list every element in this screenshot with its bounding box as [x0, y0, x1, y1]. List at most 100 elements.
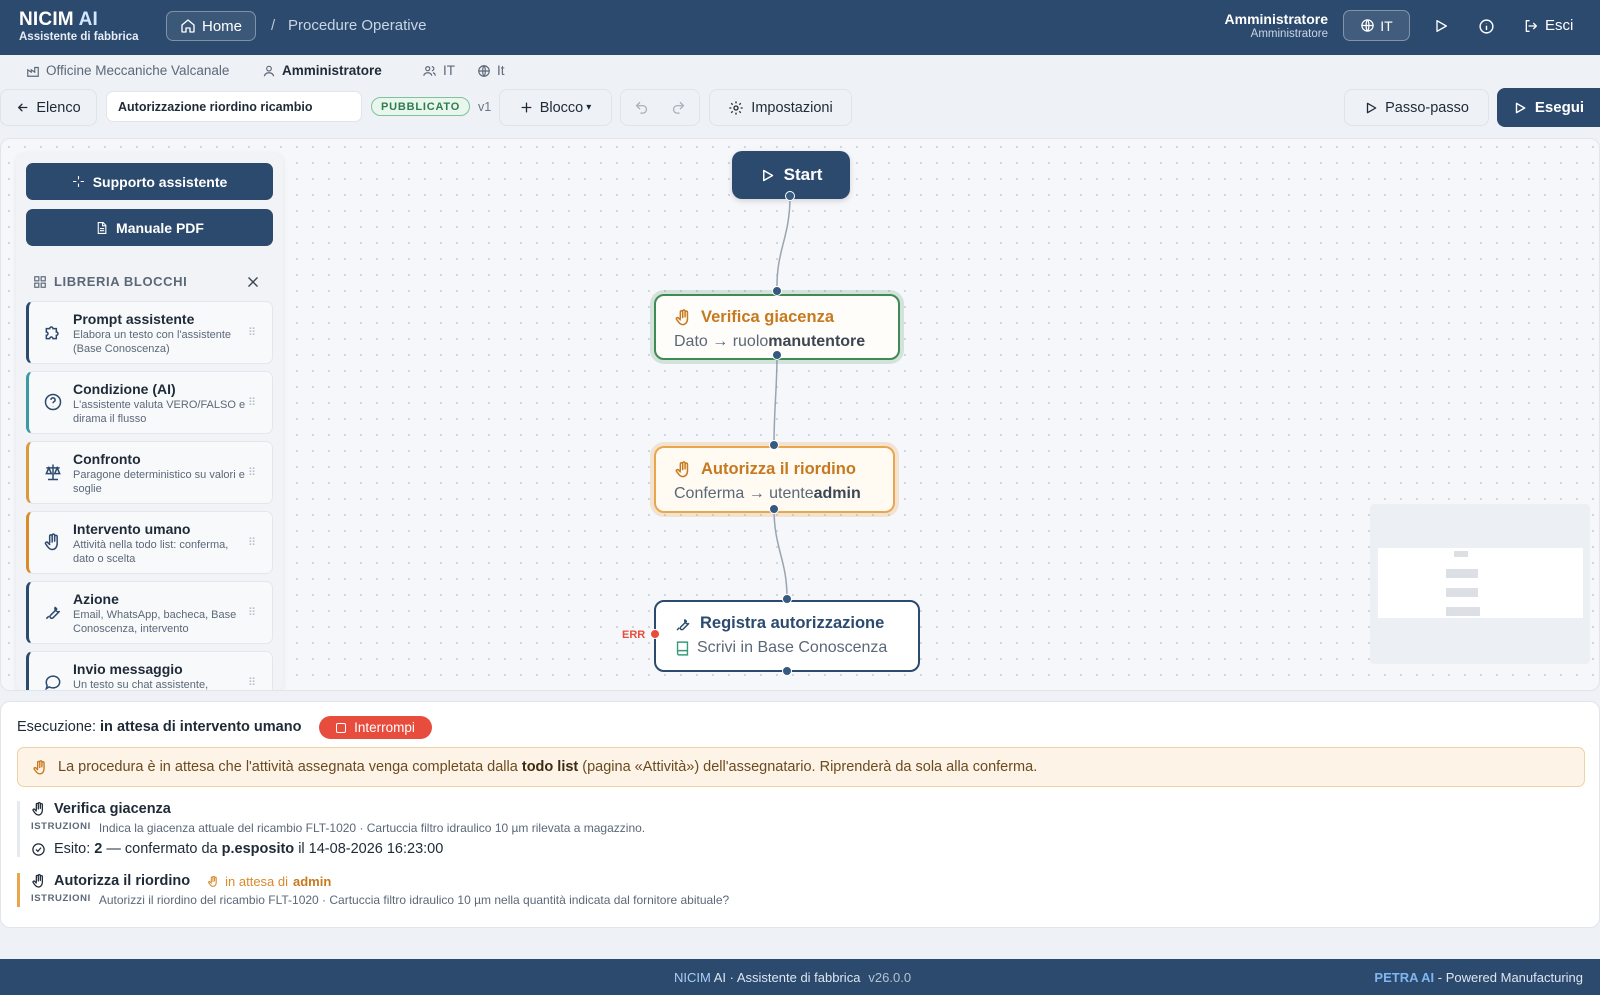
logout-icon — [1525, 19, 1537, 32]
flow-canvas[interactable]: Supporto assistente Manuale PDF LIBRERIA… — [0, 138, 1600, 691]
user-icon — [263, 65, 275, 76]
pdf-manual-button[interactable]: Manuale PDF — [26, 209, 273, 246]
stop-execution-button[interactable]: Interrompi — [319, 716, 432, 739]
flow-minimap[interactable] — [1370, 504, 1590, 664]
editor-toolbar: Elenco PUBBLICATO v1 Blocco ▾ Impostazio… — [0, 87, 1600, 130]
breadcrumb-current-page[interactable]: Procedure Operative — [288, 17, 426, 34]
node-subtitle: Conferma → utente admin — [674, 485, 861, 503]
drag-handle-icon[interactable]: ⠿ — [248, 676, 256, 689]
start-label: Start — [783, 165, 823, 184]
block-title: Condizione (AI) — [73, 381, 176, 397]
notice-text: La procedura è in attesa che l'attività … — [58, 759, 1037, 775]
library-block-action[interactable]: Azione Email, WhatsApp, bacheca, Base Co… — [26, 581, 273, 644]
hand-icon — [208, 875, 217, 887]
node-input-port[interactable] — [769, 440, 779, 450]
node-subtitle-text: Conferma → utente — [674, 485, 814, 502]
execution-panel: Esecuzione: in attesa di intervento uman… — [0, 701, 1600, 928]
hand-icon — [32, 802, 43, 816]
block-description: Elabora un testo con l'assistente (Base … — [73, 329, 232, 355]
footer-powered-by: PETRA AI - Powered Manufacturing — [1374, 970, 1583, 985]
language-selector[interactable]: IT — [1343, 10, 1410, 41]
execution-status-prefix: Esecuzione: — [17, 719, 96, 735]
plus-icon — [521, 102, 532, 113]
block-description: Email, WhatsApp, bacheca, Base Conoscenz… — [73, 609, 237, 635]
node-output-port[interactable] — [782, 666, 792, 676]
settings-button[interactable]: Impostazioni — [709, 89, 852, 126]
library-block-prompt[interactable]: Prompt assistente Elabora un testo con l… — [26, 301, 273, 364]
company-info: Officine Meccaniche Valcanale — [26, 63, 229, 78]
drag-handle-icon[interactable]: ⠿ — [248, 536, 256, 549]
block-description: Paragone deterministico su valori e sogl… — [73, 469, 245, 495]
node-output-port[interactable] — [772, 350, 782, 360]
node-input-port[interactable] — [782, 594, 792, 604]
node-subtitle-target: manutentore — [768, 333, 866, 350]
drag-handle-icon[interactable]: ⠿ — [248, 326, 256, 339]
step-by-step-label: Passo-passo — [1385, 99, 1469, 116]
error-output-port[interactable] — [650, 629, 660, 639]
pdf-manual-label: Manuale PDF — [116, 219, 204, 236]
arrow-left-icon — [18, 103, 28, 112]
pending-badge: in attesa di admin — [207, 874, 331, 889]
close-icon[interactable] — [244, 273, 262, 291]
block-library-panel: Supporto assistente Manuale PDF LIBRERIA… — [16, 153, 283, 690]
library-block-compare[interactable]: Confronto Paragone deterministico su val… — [26, 441, 273, 504]
drag-handle-icon[interactable]: ⠿ — [248, 606, 256, 619]
user-role: Amministratore — [1250, 28, 1328, 40]
play-icon — [762, 169, 773, 181]
library-block-human-intervention[interactable]: Intervento umano Attività nella todo lis… — [26, 511, 273, 574]
node-title-text: Registra autorizzazione — [700, 614, 885, 632]
block-title: Invio messaggio — [73, 661, 183, 677]
brand-name-suffix: AI — [73, 9, 99, 30]
procedure-title-input[interactable] — [106, 91, 362, 122]
result-prefix: Esito: — [54, 841, 91, 857]
pending-user: admin — [293, 873, 332, 889]
flow-node-autorizza-riordino[interactable]: Autorizza il riordino Conferma → utente … — [654, 446, 895, 513]
wrench-icon — [45, 606, 60, 620]
library-block-condition[interactable]: Condizione (AI) L'assistente valuta VERO… — [26, 371, 273, 434]
back-to-list-button[interactable]: Elenco — [0, 89, 97, 126]
step-instructions: ISTRUZIONI Indica la giacenza attuale de… — [31, 821, 1577, 835]
logout-button[interactable]: Esci — [1523, 17, 1573, 34]
undo-icon[interactable] — [634, 100, 649, 115]
node-subtitle: Scrivi in Base Conoscenza — [674, 639, 887, 657]
home-button[interactable]: Home — [166, 11, 256, 41]
node-output-port[interactable] — [769, 504, 779, 514]
user-info[interactable]: Amministratore Amministratore — [1225, 11, 1328, 40]
settings-label: Impostazioni — [751, 99, 833, 116]
globe-icon — [478, 64, 490, 77]
execution-status-value: in attesa di intervento umano — [100, 719, 302, 735]
footer-brand: NICIM AI · Assistente di fabbrica v26.0.0 — [674, 970, 911, 985]
context-bar: Officine Meccaniche Valcanale Amministra… — [0, 55, 1600, 87]
run-button[interactable]: Esegui — [1497, 88, 1600, 127]
info-icon[interactable] — [1476, 16, 1496, 36]
redo-icon[interactable] — [671, 100, 686, 115]
minimap-viewport[interactable] — [1378, 548, 1583, 618]
assistant-support-label: Supporto assistente — [92, 173, 228, 190]
start-output-port[interactable] — [785, 191, 795, 201]
drag-handle-icon[interactable]: ⠿ — [248, 396, 256, 409]
footer-brand-name: NICIM — [674, 970, 711, 985]
logout-label: Esci — [1545, 17, 1574, 34]
library-block-send-message[interactable]: Invio messaggio Un testo su chat assiste… — [26, 651, 273, 690]
minimap-node — [1446, 588, 1478, 597]
play-icon[interactable] — [1431, 16, 1451, 36]
notice-text-pre: La procedura è in attesa che l'attività … — [58, 759, 522, 775]
footer-version: v26.0.0 — [868, 970, 912, 985]
step-title: Verifica giacenza — [31, 801, 1577, 817]
caret-down-icon: ▾ — [586, 102, 592, 113]
users-icon — [423, 65, 436, 76]
node-title-text: Verifica giacenza — [701, 308, 834, 326]
assistant-support-button[interactable]: Supporto assistente — [26, 163, 273, 200]
node-input-port[interactable] — [772, 286, 782, 296]
user-group-info: IT — [422, 63, 455, 78]
brand-logo[interactable]: NICIM AI Assistente di fabbrica — [19, 9, 139, 43]
add-block-button[interactable]: Blocco ▾ — [499, 89, 612, 126]
drag-handle-icon[interactable]: ⠿ — [248, 466, 256, 479]
node-title: Verifica giacenza — [674, 308, 834, 327]
factory-icon — [27, 66, 39, 77]
step-by-step-button[interactable]: Passo-passo — [1344, 89, 1489, 126]
language-label: IT — [1380, 17, 1393, 34]
company-name: Officine Meccaniche Valcanale — [46, 63, 230, 78]
flow-node-registra-autorizzazione[interactable]: Registra autorizzazione Scrivi in Base C… — [654, 600, 920, 672]
step-title-text: Verifica giacenza — [54, 801, 171, 817]
